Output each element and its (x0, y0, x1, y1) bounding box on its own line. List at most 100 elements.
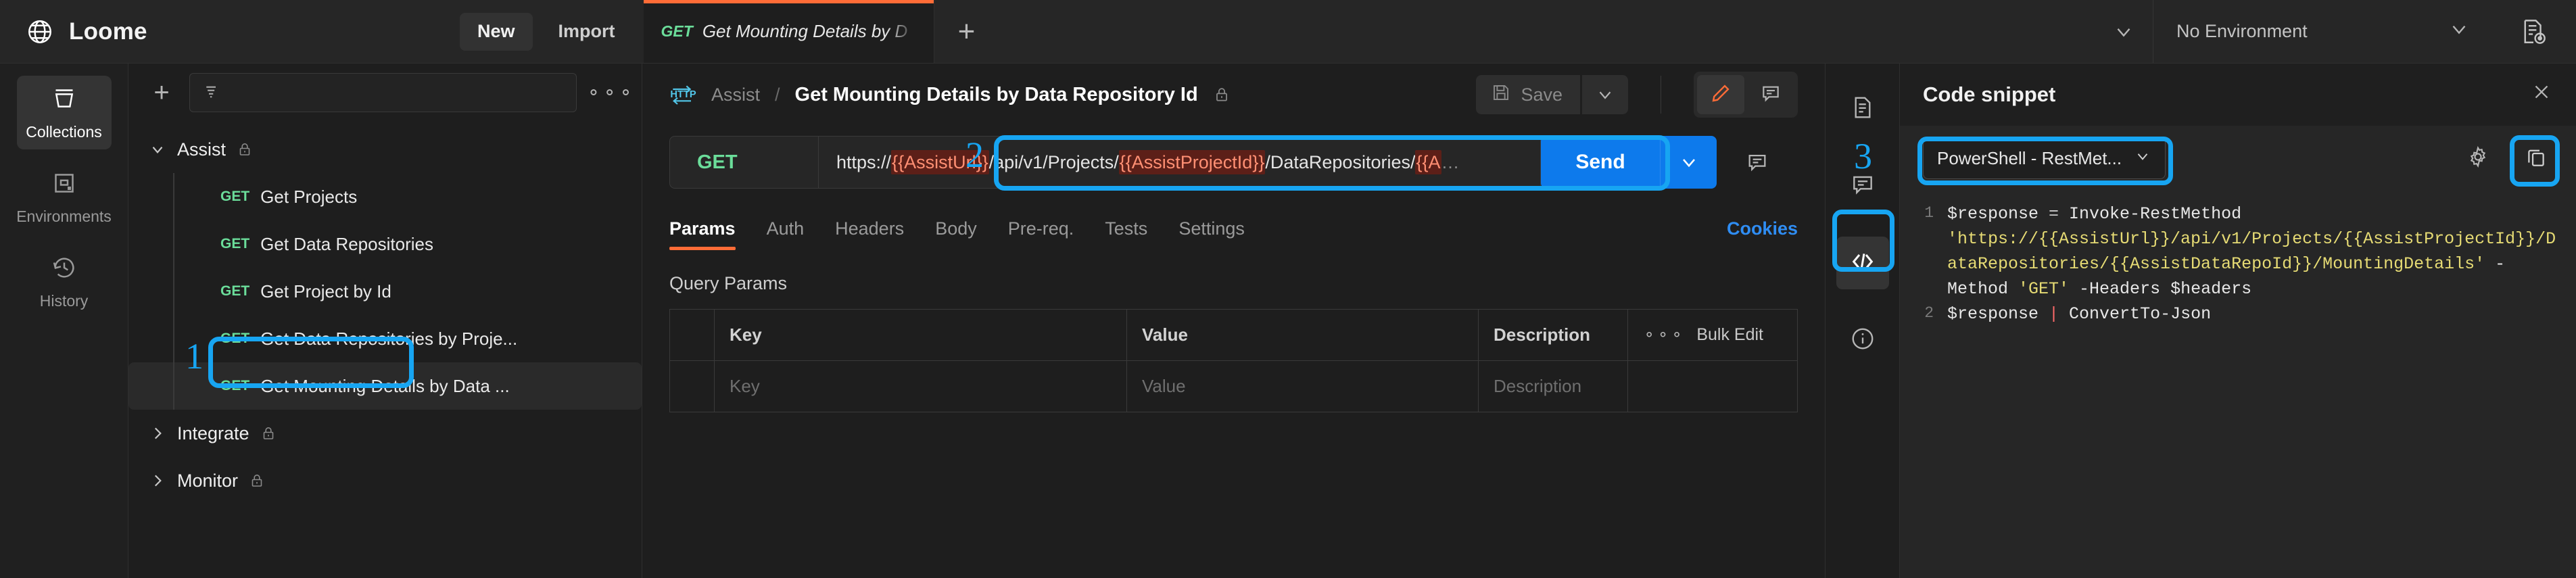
comment-icon (1760, 82, 1782, 107)
rail-label-environments: Environments (16, 208, 112, 225)
rail-item-environments[interactable]: Environments (16, 160, 112, 234)
info-button[interactable] (1836, 314, 1889, 366)
code-token: 'https://{{AssistUrl}}/api/v1/Projects/{… (1947, 229, 2556, 274)
header-checkbox-cell (670, 310, 715, 360)
lock-icon (237, 141, 253, 158)
code-token: | (2049, 304, 2070, 324)
tabs-overflow-chevron-down-icon[interactable] (2095, 0, 2153, 63)
code-panel-header: Code snippet (1900, 64, 2576, 126)
rail-label-history: History (39, 292, 89, 310)
comment-mode-button[interactable] (1747, 75, 1794, 114)
sidebar-search-input[interactable] (189, 73, 577, 112)
chevron-down-icon (2134, 147, 2151, 170)
method-selector[interactable]: GET (669, 136, 818, 189)
gear-icon (2466, 145, 2489, 172)
sidebar-ellipsis-icon[interactable]: ⚬⚬⚬ (586, 82, 633, 103)
row-checkbox-cell[interactable] (670, 361, 715, 412)
tab-tests[interactable]: Tests (1105, 218, 1147, 250)
code-snippet-content[interactable]: 1 $response = Invoke-RestMethod 'https:/… (1900, 191, 2576, 578)
tree-group-integrate[interactable]: Integrate (128, 410, 642, 457)
url-comment-icon[interactable] (1717, 151, 1798, 174)
import-button[interactable]: Import (541, 13, 633, 51)
code-token: $response (1947, 304, 2049, 324)
code-snippet-panel: Code snippet PowerShell - RestMet... 1 $… (1854, 64, 2576, 578)
svg-text:HTTP: HTTP (670, 89, 696, 100)
ellipsis-icon[interactable]: ⚬⚬⚬ (1643, 327, 1684, 344)
table-row[interactable]: Key Value Description (670, 361, 1797, 412)
list-item[interactable]: GET Get Data Repositories by Proje... (128, 315, 642, 362)
code-token: -Headers $headers (2069, 279, 2252, 299)
row-key-input[interactable]: Key (715, 361, 1127, 412)
app-root: Loome New Import GET Get Mounting Detail… (0, 0, 2576, 578)
language-selector[interactable]: PowerShell - RestMet... (1923, 137, 2166, 179)
documentation-button[interactable] (1836, 82, 1889, 135)
chevron-right-icon (149, 425, 166, 442)
code-snippet-button[interactable] (1836, 237, 1889, 289)
new-tab-button[interactable]: + (934, 0, 999, 63)
environment-chevron-down-icon (2448, 18, 2471, 45)
breadcrumb-bar: HTTP Assist / Get Mounting Details by Da… (642, 64, 1825, 126)
tab-settings[interactable]: Settings (1178, 218, 1245, 250)
request-method-label: GET (220, 283, 250, 299)
save-options-chevron-down-icon[interactable] (1582, 75, 1628, 114)
tree-group-monitor[interactable]: Monitor (128, 457, 642, 504)
group-name-monitor: Monitor (177, 470, 239, 491)
url-variable: {{AssistProjectId}} (1118, 149, 1266, 174)
environments-icon (51, 170, 78, 200)
url-segment: /api/v1/Projects/ (988, 151, 1119, 172)
rail-item-collections[interactable]: Collections (16, 76, 112, 149)
rail-item-history[interactable]: History (17, 245, 112, 318)
url-variable: {{A (1415, 149, 1441, 174)
collection-tree: Assist GET Get Projects GET Get Data Rep… (128, 122, 642, 504)
list-item[interactable]: GET Get Data Repositories (128, 220, 642, 268)
url-input[interactable]: https://{{AssistUrl}}/api/v1/Projects/{{… (818, 136, 1541, 189)
copy-button[interactable] (2512, 137, 2560, 179)
method-label: GET (697, 151, 738, 173)
tabstrip-spacer (999, 0, 2095, 63)
tab-prereq[interactable]: Pre-req. (1008, 218, 1074, 250)
copy-icon (2525, 145, 2548, 172)
url-bar: GET https://{{AssistUrl}}/api/v1/Project… (642, 126, 1825, 199)
new-button[interactable]: New (460, 12, 533, 51)
send-options-chevron-down-icon[interactable] (1660, 136, 1717, 189)
environment-quicklook-icon[interactable] (2491, 0, 2576, 63)
save-label: Save (1521, 84, 1563, 105)
cookies-link[interactable]: Cookies (1727, 218, 1798, 250)
tree-group-assist[interactable]: Assist (128, 126, 642, 173)
annotation-number-2: 2 (965, 135, 984, 175)
code-settings-button[interactable] (2454, 137, 2502, 179)
tab-headers[interactable]: Headers (835, 218, 904, 250)
tab-body[interactable]: Body (935, 218, 977, 250)
tab-auth[interactable]: Auth (767, 218, 805, 250)
chevron-right-icon (149, 472, 166, 489)
list-item[interactable]: GET Get Projects (128, 173, 642, 220)
view-mode-group (1694, 72, 1798, 118)
list-item-selected[interactable]: GET Get Mounting Details by Data ... (128, 362, 642, 410)
row-description-input[interactable]: Description (1479, 361, 1628, 412)
send-button[interactable]: Send (1541, 136, 1660, 189)
edit-mode-button[interactable] (1697, 75, 1744, 114)
tab-title-label: Get Mounting Details by D (702, 21, 908, 41)
bulk-edit-label[interactable]: Bulk Edit (1696, 325, 1763, 345)
environment-selector[interactable]: No Environment (2153, 0, 2491, 63)
breadcrumb-separator: / (775, 84, 780, 105)
row-value-input[interactable]: Value (1127, 361, 1479, 412)
lock-icon (249, 473, 265, 489)
tab-strip: GET Get Mounting Details by D + (643, 0, 2153, 63)
query-params-title: Query Params (669, 273, 788, 293)
tab-params[interactable]: Params (669, 218, 736, 250)
collections-sidebar: + ⚬⚬⚬ Assist GET Get Projects GET Get Da… (128, 64, 642, 578)
add-collection-plus-icon[interactable]: + (143, 78, 180, 108)
filter-icon (202, 81, 222, 105)
save-button[interactable]: Save (1476, 75, 1580, 114)
tab-method-label: GET (661, 22, 693, 40)
list-item[interactable]: GET Get Project by Id (128, 268, 642, 315)
bulk-edit-cell[interactable]: ⚬⚬⚬ Bulk Edit (1628, 310, 1797, 360)
code-line-text: $response | ConvertTo-Json (1947, 302, 2227, 327)
request-tab[interactable]: GET Get Mounting Details by D (643, 0, 934, 63)
code-line: 1 $response = Invoke-RestMethod 'https:/… (1900, 201, 2576, 302)
breadcrumb-root[interactable]: Assist (711, 85, 760, 105)
close-icon[interactable] (2530, 80, 2553, 110)
request-name-label: Get Data Repositories (260, 233, 433, 254)
url-segment: /DataRepositories/ (1265, 151, 1416, 172)
